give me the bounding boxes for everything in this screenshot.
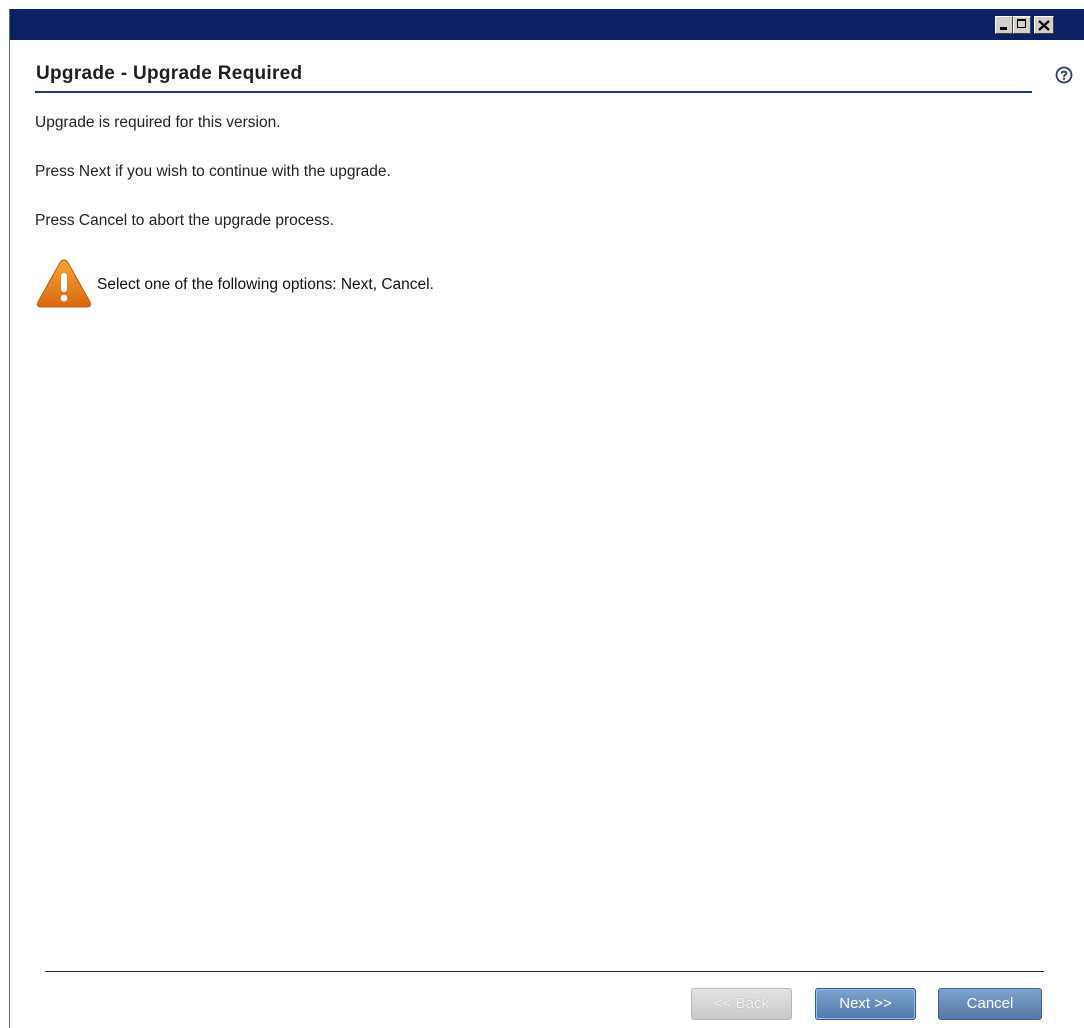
minimize-icon <box>1000 27 1007 30</box>
info-text-required: Upgrade is required for this version. <box>35 114 281 131</box>
maximize-icon <box>1017 19 1026 28</box>
help-icon[interactable] <box>1055 66 1073 84</box>
warning-icon <box>36 259 92 308</box>
back-button[interactable]: << Back <box>691 988 792 1020</box>
cancel-button[interactable]: Cancel <box>938 988 1042 1020</box>
page-title: Upgrade - Upgrade Required <box>36 63 303 84</box>
close-icon <box>1038 20 1050 31</box>
info-text-cancel: Press Cancel to abort the upgrade proces… <box>35 212 334 229</box>
upgrade-window: Upgrade - Upgrade Required Upgrade is re… <box>9 9 1084 1028</box>
footer-divider <box>45 971 1044 972</box>
next-button[interactable]: Next >> <box>815 988 916 1020</box>
title-bar[interactable] <box>10 9 1084 40</box>
title-divider <box>35 91 1032 93</box>
info-text-next: Press Next if you wish to continue with … <box>35 163 391 180</box>
minimize-button[interactable] <box>995 16 1013 34</box>
maximize-button[interactable] <box>1013 16 1031 34</box>
warning-message: Select one of the following options: Nex… <box>97 276 434 293</box>
close-button[interactable] <box>1034 16 1054 34</box>
